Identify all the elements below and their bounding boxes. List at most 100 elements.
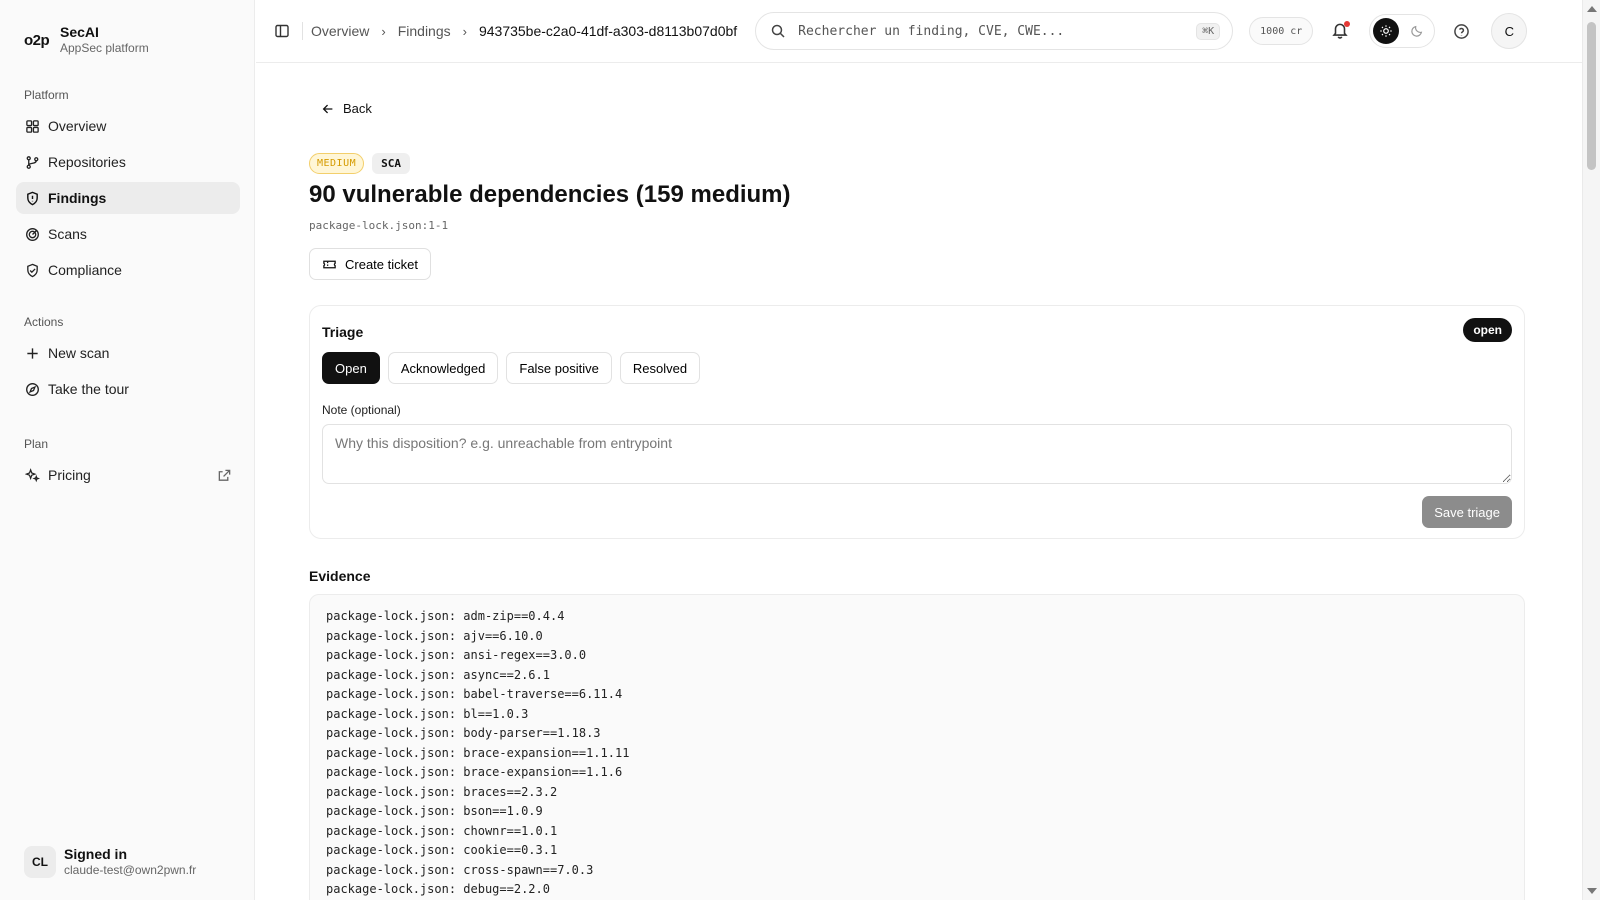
evidence-line: package-lock.json: adm-zip==0.4.4 [326, 609, 565, 623]
grid-icon [24, 118, 40, 134]
sidebar-item-label: Take the tour [48, 381, 129, 397]
bell-icon[interactable] [1331, 21, 1351, 41]
sidebar-item-overview[interactable]: Overview [16, 110, 240, 142]
shield-check-icon [24, 262, 40, 278]
brand-subtitle: AppSec platform [60, 41, 149, 55]
breadcrumb-findings[interactable]: Findings [398, 23, 451, 39]
compass-icon [24, 381, 40, 397]
theme-toggle[interactable] [1369, 14, 1436, 48]
sparkles-icon [24, 467, 40, 483]
finding-badges: MEDIUM SCA [309, 153, 410, 174]
evidence-line: package-lock.json: braces==2.3.2 [326, 784, 558, 799]
topbar: Overview › Findings › 943735be-c2a0-41df… [256, 0, 1582, 63]
back-button[interactable]: Back [321, 101, 372, 116]
moon-icon[interactable] [1404, 18, 1430, 44]
brand-name: SecAI [60, 24, 99, 40]
nav-heading-actions: Actions [24, 315, 64, 329]
note-label: Note (optional) [322, 403, 401, 417]
user-avatar[interactable]: C [1491, 13, 1528, 49]
scroll-thumb[interactable] [1587, 22, 1596, 170]
sidebar-item-new-scan[interactable]: New scan [16, 337, 240, 369]
evidence-code-block: package-lock.json: adm-zip==0.4.4 packag… [309, 594, 1525, 900]
sidebar-item-findings[interactable]: Findings [16, 182, 240, 214]
signed-in-email: claude-test@own2pwn.fr [64, 863, 197, 877]
git-branch-icon [24, 154, 40, 170]
search-bar[interactable]: ⌘K [755, 12, 1234, 50]
evidence-line: package-lock.json: brace-expansion==1.1.… [326, 765, 623, 779]
scrollbar[interactable] [1582, 0, 1600, 900]
chevron-right-icon: › [462, 23, 467, 39]
evidence-line: package-lock.json: cookie==0.3.1 [326, 843, 558, 857]
sidebar-item-label: New scan [48, 345, 110, 361]
nav-section-actions: Actions New scan Take the tour [16, 313, 240, 409]
type-badge: SCA [372, 153, 410, 174]
sidebar-item-label: Repositories [48, 154, 126, 170]
sidebar-item-pricing[interactable]: Pricing [16, 459, 240, 491]
triage-title: Triage [322, 324, 364, 340]
radar-icon [24, 226, 40, 242]
sidebar-item-scans[interactable]: Scans [16, 218, 240, 250]
nav-section-platform: Platform Overview Repositories Findings … [16, 86, 240, 290]
evidence-title: Evidence [309, 568, 371, 584]
ticket-icon [323, 260, 336, 268]
triage-options: Open Acknowledged False positive Resolve… [322, 352, 708, 384]
breadcrumb-current: 943735be-c2a0-41df-a303-d8113b07d0bf [478, 23, 738, 39]
sidebar-item-label: Overview [48, 118, 107, 134]
sun-icon[interactable] [1373, 18, 1400, 44]
notification-dot [1344, 21, 1351, 27]
nav-section-plan: Plan Pricing [16, 435, 240, 495]
sidebar: o2p SecAI AppSec platform Platform Overv… [0, 0, 255, 900]
signed-in-label: Signed in [64, 846, 127, 862]
sidebar-item-label: Compliance [48, 262, 122, 278]
breadcrumb: Overview › Findings › 943735be-c2a0-41df… [311, 23, 737, 39]
sidebar-item-label: Pricing [48, 467, 91, 483]
severity-badge: MEDIUM [309, 153, 365, 174]
brand-logo: o2p [24, 31, 50, 49]
sidebar-toggle-icon[interactable] [272, 21, 292, 41]
arrow-left-icon [322, 104, 333, 113]
brand[interactable]: o2p SecAI AppSec platform [24, 24, 149, 56]
back-label: Back [343, 101, 372, 116]
scroll-down-arrow[interactable] [1587, 888, 1597, 894]
external-link-icon [217, 468, 232, 483]
evidence-line: package-lock.json: babel-traverse==6.11.… [326, 687, 623, 701]
sidebar-item-label: Findings [48, 190, 107, 206]
nav-heading-plan: Plan [24, 437, 49, 451]
divider [302, 22, 303, 40]
sidebar-item-label: Scans [48, 226, 87, 242]
page-title: 90 vulnerable dependencies (159 medium) [309, 181, 791, 208]
credits-badge[interactable]: 1000 cr [1249, 17, 1314, 45]
evidence-line: package-lock.json: chownr==1.0.1 [326, 823, 558, 838]
evidence-line: package-lock.json: bl==1.0.3 [326, 706, 529, 721]
triage-option-open[interactable]: Open [322, 352, 380, 384]
plus-icon [24, 345, 40, 361]
status-badge: open [1463, 318, 1512, 342]
sidebar-item-compliance[interactable]: Compliance [16, 254, 240, 286]
triage-option-false-positive[interactable]: False positive [506, 352, 612, 384]
evidence-line: package-lock.json: ajv==6.10.0 [326, 628, 543, 643]
note-textarea[interactable] [322, 424, 1512, 484]
scroll-up-arrow[interactable] [1587, 6, 1597, 12]
triage-card: Triage open Open Acknowledged False posi… [309, 305, 1525, 539]
shield-alert-icon [24, 190, 40, 206]
create-ticket-label: Create ticket [345, 256, 418, 272]
evidence-line: package-lock.json: cross-spawn==7.0.3 [326, 862, 594, 877]
evidence-line: package-lock.json: debug==2.2.0 [326, 882, 550, 896]
sidebar-item-take-the-tour[interactable]: Take the tour [16, 373, 240, 405]
help-icon[interactable] [1451, 21, 1471, 41]
search-input[interactable] [798, 23, 1197, 39]
evidence-line: package-lock.json: ansi-regex==3.0.0 [326, 648, 587, 662]
sidebar-item-repositories[interactable]: Repositories [16, 146, 240, 178]
avatar: CL [24, 846, 56, 878]
evidence-line: package-lock.json: async==2.6.1 [326, 667, 550, 682]
nav-heading-platform: Platform [24, 88, 69, 102]
signed-in-user[interactable]: CL Signed in claude-test@own2pwn.fr [24, 846, 196, 878]
triage-option-resolved[interactable]: Resolved [619, 352, 701, 384]
finding-location: package-lock.json:1-1 [309, 219, 449, 232]
triage-option-acknowledged[interactable]: Acknowledged [387, 352, 499, 384]
chevron-right-icon: › [381, 23, 386, 39]
create-ticket-button[interactable]: Create ticket [309, 248, 431, 280]
search-shortcut: ⌘K [1196, 22, 1221, 40]
save-triage-button[interactable]: Save triage [1422, 496, 1512, 528]
breadcrumb-overview[interactable]: Overview [311, 23, 369, 39]
